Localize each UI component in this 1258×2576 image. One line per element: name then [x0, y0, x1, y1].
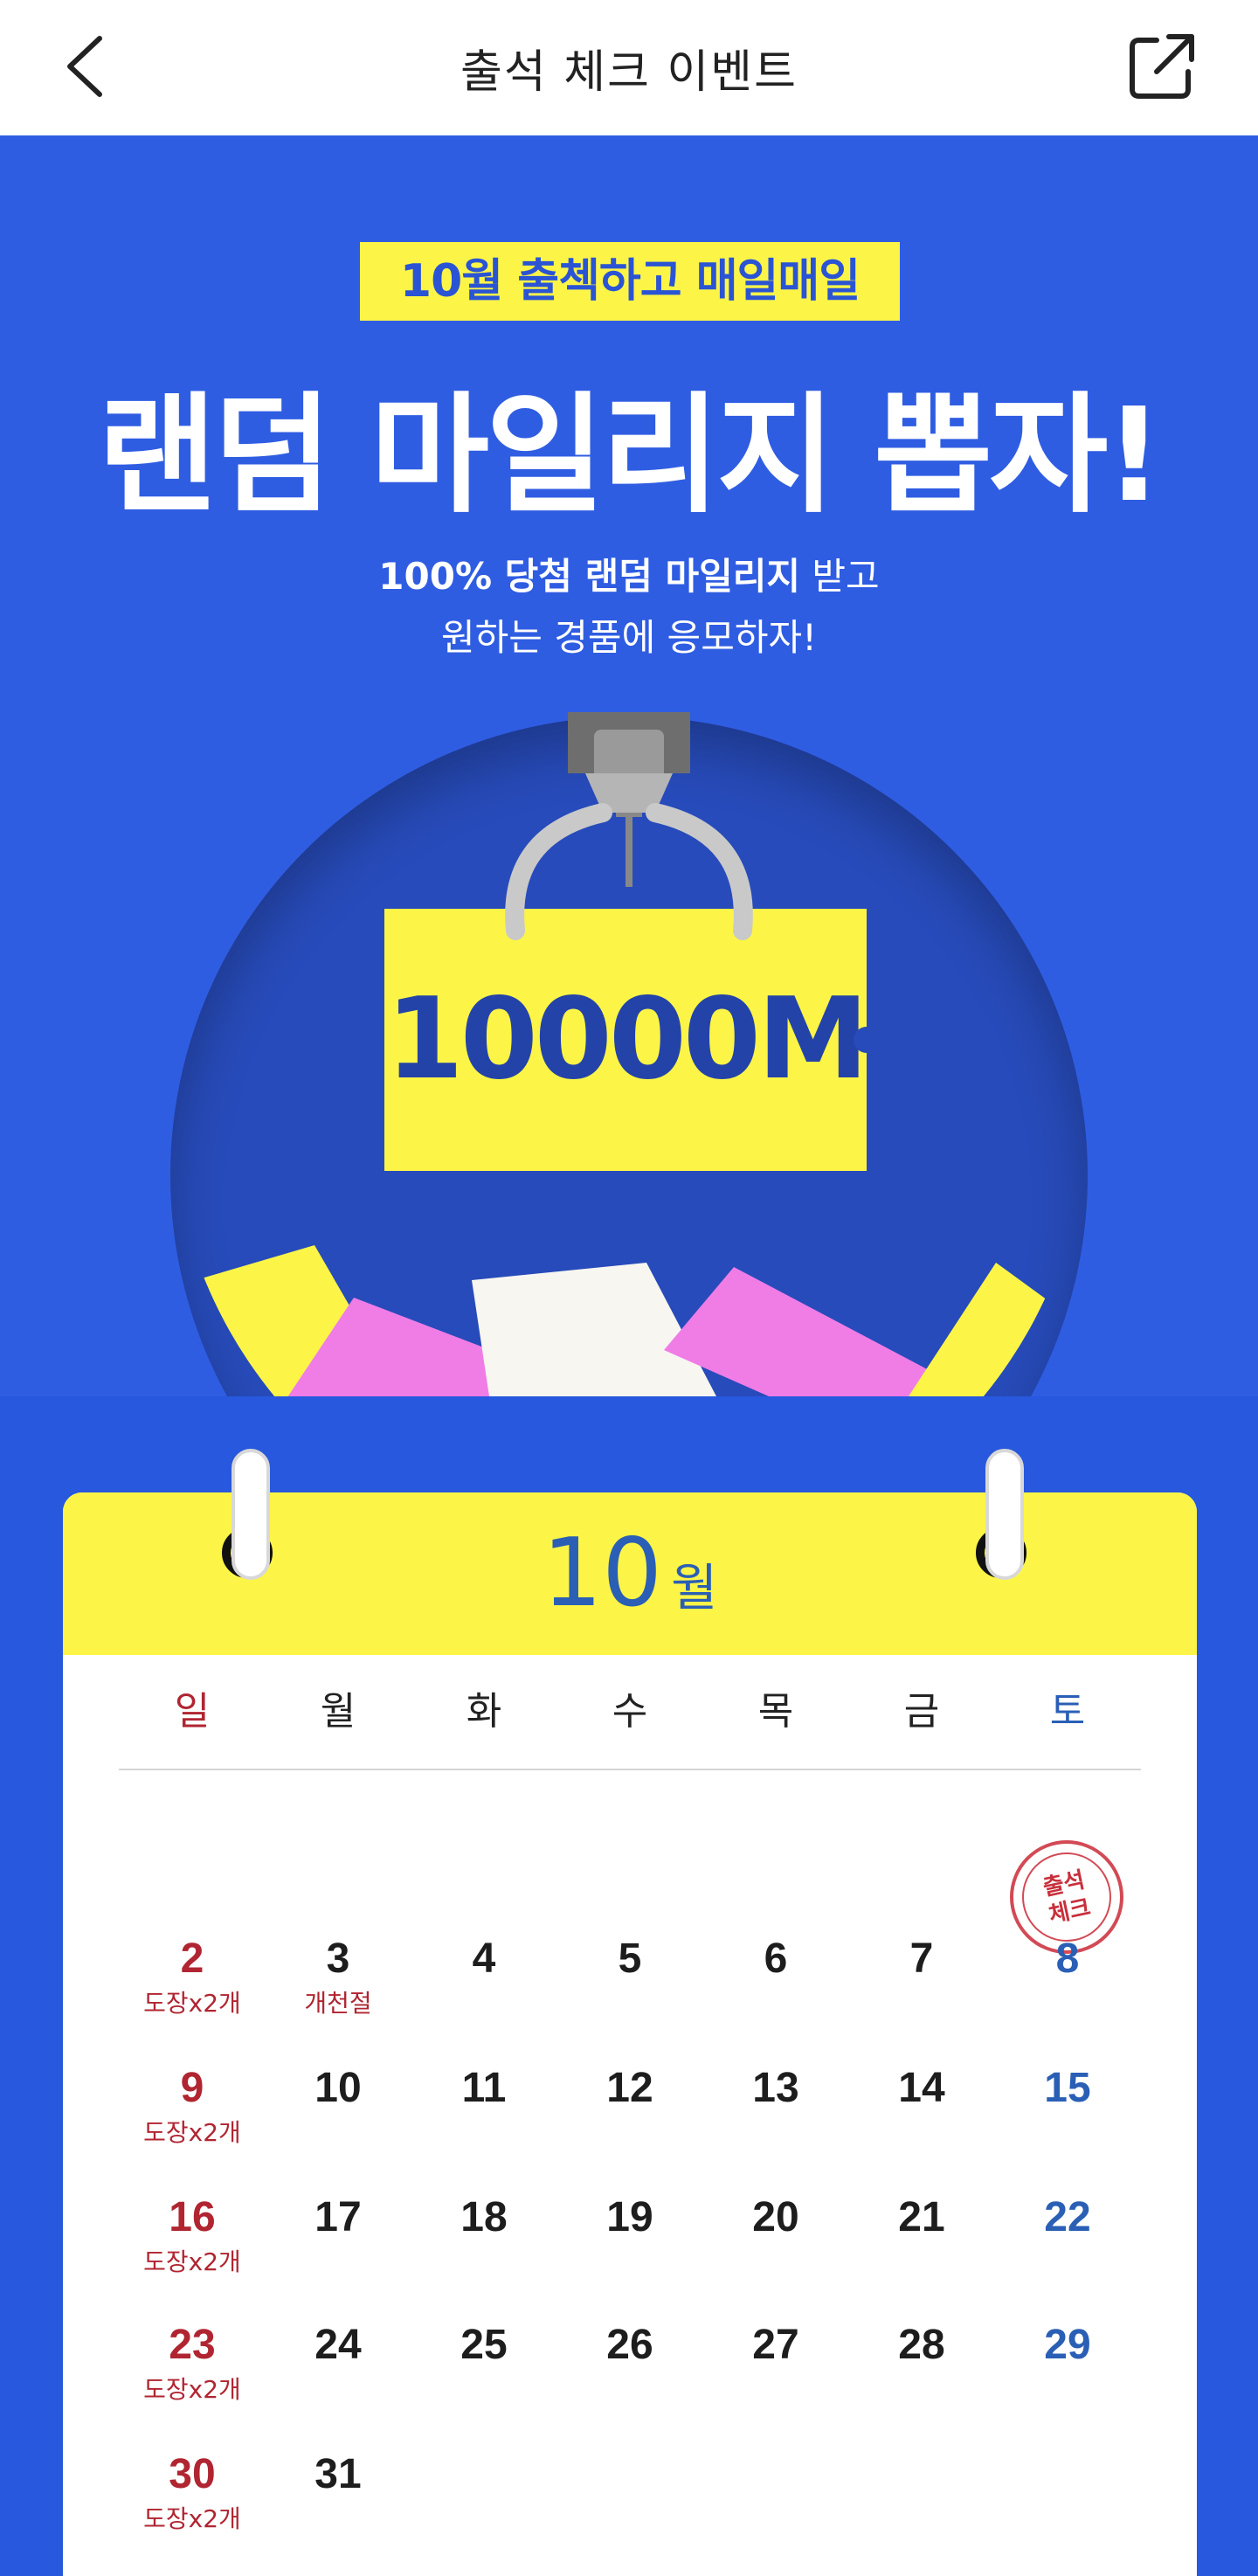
- day-number: 28: [898, 2322, 945, 2368]
- calendar-day[interactable]: 10: [268, 2064, 408, 2112]
- day-number: 19: [606, 2194, 653, 2240]
- day-number: 6: [764, 1935, 788, 1982]
- day-number: 25: [460, 2322, 508, 2368]
- day-number: 27: [752, 2322, 799, 2368]
- month-number: 10: [542, 1519, 663, 1628]
- weekday-sat: 토: [1049, 1689, 1086, 1734]
- crane-claw-icon: [505, 712, 753, 940]
- day-note: 도장x2개: [143, 1989, 241, 2018]
- day-number: 9: [180, 2065, 204, 2111]
- day-number: 3: [326, 1935, 350, 1982]
- page-title: 출석 체크 이벤트: [460, 46, 798, 99]
- ring-bar-left: [232, 1449, 270, 1580]
- calendar-day[interactable]: 25: [414, 2321, 554, 2369]
- banner-sub-normal: 받고: [800, 555, 880, 598]
- ticket-pile-illustration: [170, 1245, 1088, 1396]
- day-note: 도장x2개: [143, 2504, 241, 2533]
- calendar-day[interactable]: 7: [852, 1935, 992, 1983]
- day-number: 18: [460, 2194, 508, 2240]
- banner-tag: 10월 출첵하고 매일매일: [360, 242, 900, 321]
- weekday-thu: 목: [757, 1689, 794, 1734]
- banner-sub-bold: 100% 당첨 랜덤 마일리지: [378, 555, 801, 598]
- day-note: 도장x2개: [143, 2118, 241, 2147]
- day-number: 22: [1044, 2194, 1091, 2240]
- ticket-notch: [854, 1027, 880, 1053]
- day-number: 7: [909, 1935, 934, 1982]
- weekday-fri: 금: [903, 1689, 940, 1734]
- day-number: 5: [618, 1935, 642, 1982]
- weekday-divider: [119, 1769, 1141, 1770]
- calendar-day[interactable]: 20: [706, 2193, 846, 2241]
- day-number: 20: [752, 2194, 799, 2240]
- share-external-icon[interactable]: [1127, 31, 1197, 101]
- calendar-day[interactable]: 9 도장x2개: [122, 2064, 262, 2149]
- day-number: 31: [314, 2451, 362, 2497]
- day-note: 개천절: [304, 1989, 372, 2018]
- weekday-wed: 수: [612, 1689, 648, 1734]
- calendar-day[interactable]: 30 도장x2개: [122, 2450, 262, 2535]
- banner-subtitle: 100% 당첨 랜덤 마일리지 받고 원하는 경품에 응모하자!: [0, 546, 1258, 668]
- calendar-day[interactable]: 8: [998, 1935, 1137, 1983]
- calendar-day[interactable]: 23 도장x2개: [122, 2321, 262, 2406]
- day-number: 13: [752, 2065, 799, 2111]
- ring-bar-right: [985, 1449, 1024, 1580]
- weekday-mon: 월: [320, 1689, 356, 1734]
- calendar-day[interactable]: 18: [414, 2193, 554, 2241]
- day-number: 12: [606, 2065, 653, 2111]
- calendar-day[interactable]: 22: [998, 2193, 1137, 2241]
- calendar-day[interactable]: 24: [268, 2321, 408, 2369]
- day-number: 4: [472, 1935, 496, 1982]
- calendar-day[interactable]: 14: [852, 2064, 992, 2112]
- calendar-day[interactable]: 17: [268, 2193, 408, 2241]
- month-unit: 월: [671, 1558, 718, 1617]
- calendar-day[interactable]: 5: [560, 1935, 700, 1983]
- calendar-day[interactable]: 31: [268, 2450, 408, 2498]
- day-number: 21: [898, 2194, 945, 2240]
- day-number: 14: [898, 2065, 945, 2111]
- top-app-bar: 출석 체크 이벤트: [0, 0, 1258, 135]
- calendar-day[interactable]: 13: [706, 2064, 846, 2112]
- day-number: 30: [169, 2451, 216, 2497]
- day-number: 11: [461, 2065, 507, 2111]
- calendar-day[interactable]: 19: [560, 2193, 700, 2241]
- calendar-day[interactable]: 2 도장x2개: [122, 1935, 262, 2019]
- calendar-day[interactable]: 27: [706, 2321, 846, 2369]
- weekday-sun: 일: [174, 1689, 211, 1734]
- day-number: 2: [180, 1935, 204, 1982]
- calendar-day[interactable]: 29: [998, 2321, 1137, 2369]
- calendar-day[interactable]: 26: [560, 2321, 700, 2369]
- calendar-day[interactable]: 12: [560, 2064, 700, 2112]
- banner-title: 랜덤 마일리지 뽑자!: [98, 380, 1164, 530]
- weekday-header: 일 월 화 수 목 금 토: [0, 1679, 1258, 1758]
- calendar-day[interactable]: 11: [414, 2064, 554, 2112]
- day-number: 17: [314, 2194, 362, 2240]
- banner-sub-line2: 원하는 경품에 응모하자!: [441, 616, 817, 659]
- day-number: 10: [314, 2065, 362, 2111]
- day-number: 24: [314, 2322, 362, 2368]
- day-note: 도장x2개: [143, 2247, 241, 2276]
- weekday-tue: 화: [466, 1689, 502, 1734]
- calendar-day[interactable]: 3 개천절: [268, 1935, 408, 2019]
- event-banner: 10월 출첵하고 매일매일 랜덤 마일리지 뽑자! 100% 당첨 랜덤 마일리…: [0, 135, 1258, 1396]
- calendar-day[interactable]: 4: [414, 1935, 554, 1983]
- attendance-calendar: 10 월: [63, 1492, 1197, 2576]
- calendar-day[interactable]: 21: [852, 2193, 992, 2241]
- calendar-day[interactable]: 15: [998, 2064, 1137, 2112]
- calendar-day[interactable]: 6: [706, 1935, 846, 1983]
- day-number: 29: [1044, 2322, 1091, 2368]
- day-number: 26: [606, 2322, 653, 2368]
- day-number: 15: [1044, 2065, 1091, 2111]
- calendar-day[interactable]: 16 도장x2개: [122, 2193, 262, 2278]
- day-number: 23: [169, 2322, 216, 2368]
- day-note: 도장x2개: [143, 2375, 241, 2404]
- calendar-day[interactable]: 28: [852, 2321, 992, 2369]
- day-number: 16: [169, 2194, 216, 2240]
- day-number: 8: [1055, 1935, 1080, 1982]
